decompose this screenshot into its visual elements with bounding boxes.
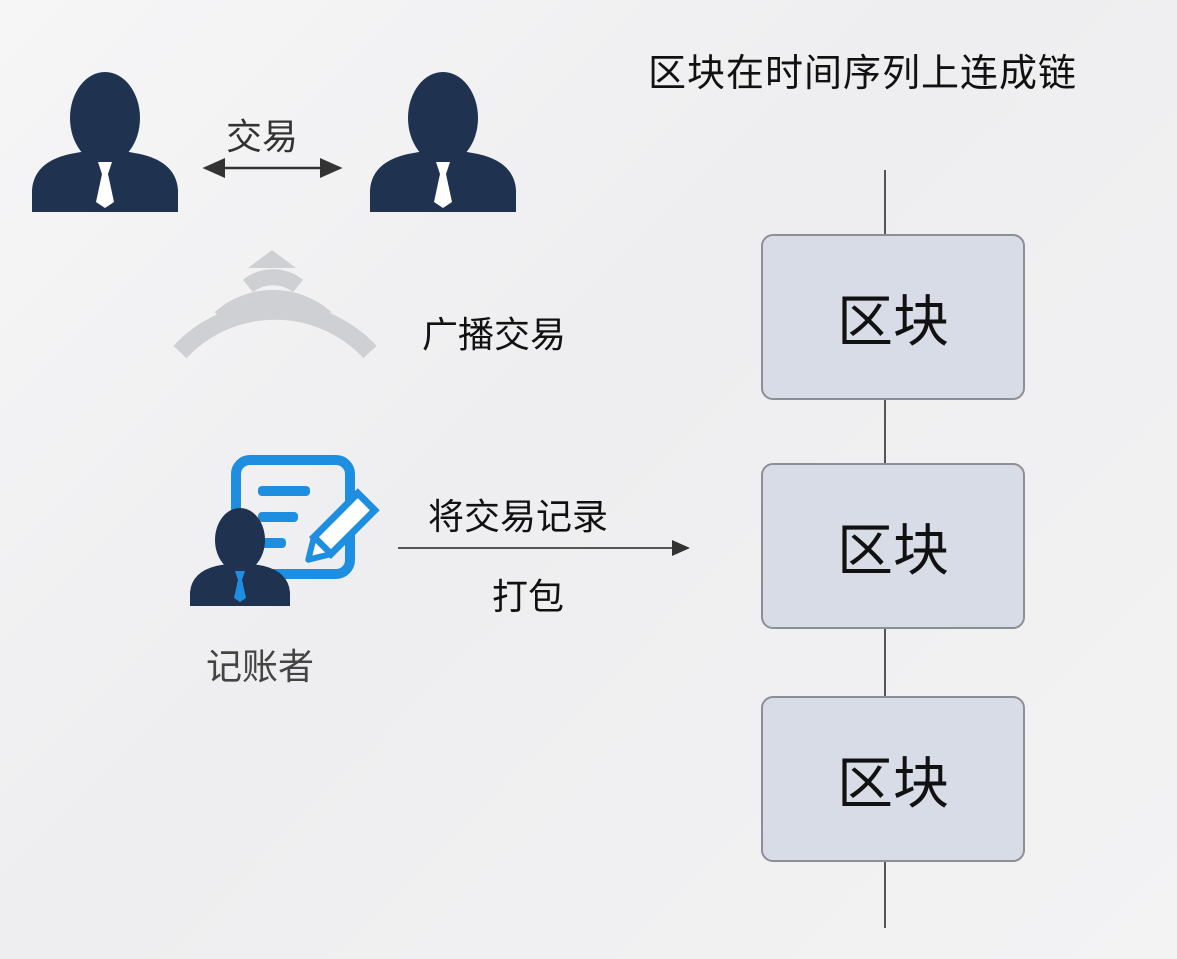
person-icon xyxy=(190,508,290,606)
person-icon xyxy=(32,72,178,212)
record-label: 将交易记录 xyxy=(428,497,609,538)
broadcast-label: 广播交易 xyxy=(422,315,567,356)
block-3: 区块 xyxy=(761,696,1025,862)
person-icon xyxy=(370,72,516,212)
trade-label: 交易 xyxy=(226,117,299,158)
block-1: 区块 xyxy=(761,234,1025,400)
pack-label: 打包 xyxy=(492,577,565,618)
diagram-title: 区块在时间序列上连成链 xyxy=(648,51,1078,95)
bookkeeper-label: 记账者 xyxy=(206,647,315,688)
block-2: 区块 xyxy=(761,463,1025,629)
broadcast-waves-icon xyxy=(173,250,377,359)
